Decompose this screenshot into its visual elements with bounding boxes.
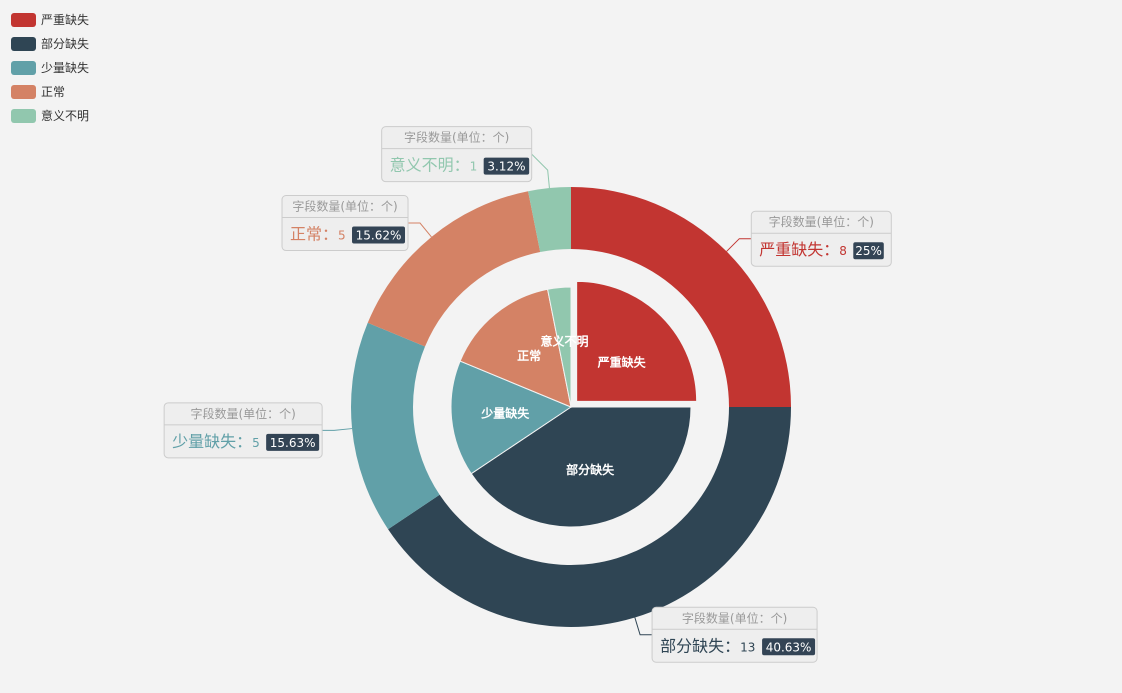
callout-percent-partial-missing: 40.63% — [766, 640, 812, 654]
callout-value-unclear: 1 — [470, 160, 478, 174]
callout-percent-severe-missing: 25% — [855, 244, 882, 258]
callout-leader-normal — [408, 222, 432, 238]
callout-name-severe-missing: 严重缺失： — [759, 240, 839, 259]
callout-percent-unclear: 3.12% — [487, 160, 525, 174]
callout-value-partial-missing: 13 — [740, 640, 755, 654]
callout-name-partial-missing: 部分缺失： — [660, 636, 740, 655]
legend-swatch-severe-missing[interactable] — [11, 13, 36, 27]
callout-name-normal: 正常： — [290, 225, 338, 244]
inner-label-severe-missing: 严重缺失 — [597, 354, 647, 369]
inner-label-normal: 正常 — [517, 348, 541, 363]
legend-label-normal[interactable]: 正常 — [41, 85, 65, 99]
callout-title-normal: 字段数量(单位：个) — [292, 199, 397, 214]
callout-leader-minor-missing — [322, 428, 353, 431]
callout-unclear: 字段数量(单位：个) 意义不明： 1 3.12% — [381, 126, 550, 189]
legend-swatch-unclear[interactable] — [11, 109, 36, 123]
callout-title-severe-missing: 字段数量(单位：个) — [769, 214, 874, 229]
outer-slice-minor-missing[interactable] — [350, 322, 440, 530]
legend-label-unclear[interactable]: 意义不明 — [41, 108, 89, 123]
legend-label-severe-missing[interactable]: 严重缺失 — [41, 12, 89, 27]
callout-name-unclear: 意义不明： — [390, 156, 470, 175]
callout-percent-minor-missing: 15.63% — [270, 436, 316, 450]
pie-chart: 严重缺失部分缺失少量缺失正常意义不明 严重缺失部分缺失少量缺失正常意义不明 字段… — [11, 12, 892, 663]
legend-swatch-partial-missing[interactable] — [11, 37, 36, 51]
callout-value-normal: 5 — [338, 229, 346, 243]
callout-title-partial-missing: 字段数量(单位：个) — [682, 610, 787, 625]
callout-minor-missing: 字段数量(单位：个) 少量缺失： 5 15.63% — [163, 402, 353, 459]
callout-percent-normal: 15.62% — [356, 229, 402, 243]
legend-label-minor-missing[interactable]: 少量缺失 — [41, 60, 89, 75]
legend-swatch-normal[interactable] — [11, 85, 36, 99]
inner-label-unclear: 意义不明 — [541, 333, 589, 348]
callout-partial-missing: 字段数量(单位：个) 部分缺失： 13 40.63% — [634, 606, 818, 663]
inner-label-minor-missing: 少量缺失 — [480, 405, 530, 420]
legend: 严重缺失部分缺失少量缺失正常意义不明 — [11, 12, 89, 123]
callout-leader-severe-missing — [726, 238, 752, 252]
callout-value-severe-missing: 8 — [839, 244, 847, 258]
callout-title-minor-missing: 字段数量(单位：个) — [190, 406, 295, 421]
callout-name-minor-missing: 少量缺失： — [172, 432, 252, 451]
legend-label-partial-missing[interactable]: 部分缺失 — [41, 36, 89, 51]
inner-pie-chart — [450, 280, 698, 528]
inner-slice-severe-missing[interactable] — [576, 280, 698, 402]
callout-severe-missing: 字段数量(单位：个) 严重缺失： 8 25% — [726, 210, 892, 267]
callout-leader-unclear — [531, 153, 550, 189]
callout-leader-partial-missing — [634, 617, 653, 636]
callout-normal: 字段数量(单位：个) 正常： 5 15.62% — [281, 195, 432, 252]
inner-label-partial-missing: 部分缺失 — [566, 462, 615, 477]
callout-title-unclear: 字段数量(单位：个) — [404, 130, 509, 145]
callout-value-minor-missing: 5 — [252, 436, 260, 450]
legend-swatch-minor-missing[interactable] — [11, 61, 36, 75]
